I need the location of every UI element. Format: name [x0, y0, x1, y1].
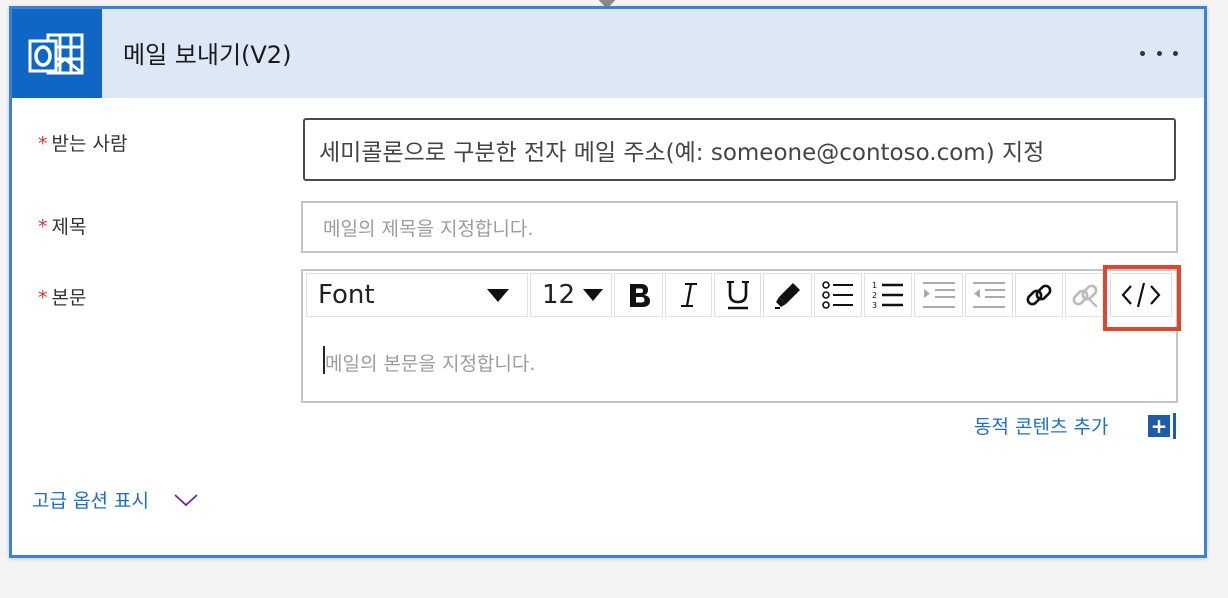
increase-indent-button[interactable]	[965, 273, 1013, 317]
underline-button[interactable]	[714, 273, 761, 317]
body-placeholder: 메일의 본문을 지정합니다.	[325, 353, 536, 375]
highlight-button[interactable]	[763, 273, 812, 317]
subject-label-text: 제목	[51, 216, 87, 238]
italic-button[interactable]	[665, 273, 712, 317]
required-mark: *	[38, 216, 48, 238]
show-advanced-options-label: 고급 옵션 표시	[32, 490, 149, 512]
font-size-label: 12	[542, 280, 576, 310]
link-icon	[1026, 284, 1052, 306]
font-dropdown[interactable]: Font	[306, 273, 528, 317]
more-icon-dot	[1156, 50, 1162, 56]
subject-input-placeholder: 메일의 제목을 지정합니다.	[323, 217, 534, 240]
code-view-button[interactable]	[1110, 273, 1172, 317]
body-editor[interactable]: Font 12 1 2 3 메일의 본문을 지정합니다.	[301, 269, 1178, 403]
highlight-pen-icon	[774, 283, 800, 309]
editor-toolbar: Font 12 1 2 3	[303, 271, 1176, 324]
send-email-action-card: 메일 보내기(V2) * 받는 사람 세미콜론으로 구분한 전자 메일 주소(예:…	[9, 6, 1207, 558]
font-dropdown-label: Font	[318, 280, 375, 310]
more-icon-dot	[1173, 50, 1178, 56]
code-view-icon	[1121, 282, 1161, 308]
link-button[interactable]	[1015, 273, 1063, 317]
chevron-down-icon	[583, 289, 603, 301]
decrease-indent-icon	[922, 282, 955, 308]
required-mark: *	[38, 287, 48, 309]
bold-icon	[629, 284, 650, 307]
body-label: * 본문	[38, 283, 86, 310]
show-advanced-options-link[interactable]: 고급 옵션 표시	[32, 486, 199, 513]
unlink-button[interactable]	[1065, 273, 1103, 317]
to-label-text: 받는 사람	[51, 133, 128, 155]
more-icon	[1140, 50, 1145, 56]
card-title: 메일 보내기(V2)	[123, 41, 292, 69]
bulleted-list-icon	[822, 281, 853, 309]
numbered-list-icon: 1 2 3	[872, 281, 903, 310]
numbered-list-button[interactable]: 1 2 3	[864, 273, 912, 317]
unlink-icon	[1072, 284, 1098, 308]
more-options-button[interactable]	[1134, 33, 1184, 73]
decrease-indent-button[interactable]	[914, 273, 963, 317]
body-label-text: 본문	[51, 287, 87, 309]
dynamic-content-bar	[1173, 413, 1176, 439]
subject-input[interactable]: 메일의 제목을 지정합니다.	[301, 201, 1178, 253]
underline-icon	[726, 281, 749, 310]
to-label: * 받는 사람	[38, 129, 127, 156]
italic-icon	[680, 283, 697, 307]
outlook-icon	[12, 9, 102, 98]
card-header[interactable]: 메일 보내기(V2)	[12, 9, 1204, 98]
add-dynamic-content-button[interactable]: +	[1148, 415, 1170, 437]
to-input[interactable]: 세미콜론으로 구분한 전자 메일 주소(예: someone@contoso.c…	[303, 118, 1176, 181]
to-input-placeholder: 세미콜론으로 구분한 전자 메일 주소(예: someone@contoso.c…	[319, 139, 1045, 166]
subject-label: * 제목	[38, 212, 86, 239]
chevron-down-icon	[487, 288, 509, 302]
bold-button[interactable]	[614, 273, 663, 317]
add-dynamic-content-link[interactable]: 동적 콘텐츠 추가	[974, 412, 1108, 439]
increase-indent-icon	[973, 282, 1005, 308]
svg-text:3: 3	[872, 301, 877, 310]
svg-text:1: 1	[872, 281, 877, 290]
svg-text:2: 2	[872, 291, 877, 300]
font-size-dropdown[interactable]: 12	[530, 273, 612, 317]
chevron-down-icon	[174, 493, 198, 506]
bulleted-list-button[interactable]	[814, 273, 862, 317]
required-mark: *	[38, 133, 48, 155]
